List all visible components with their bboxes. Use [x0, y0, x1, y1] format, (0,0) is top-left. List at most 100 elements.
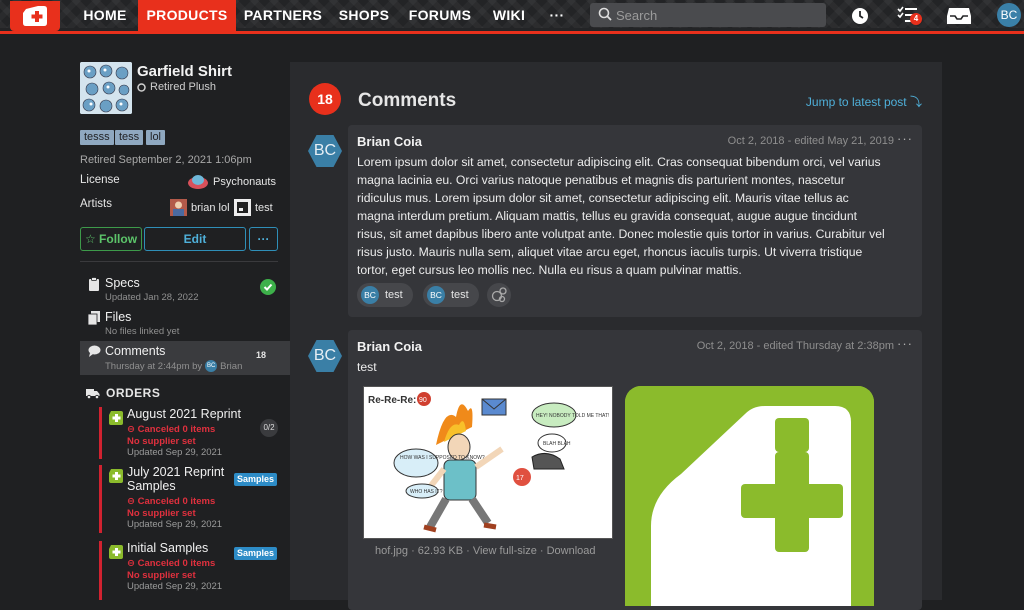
truck-icon	[86, 388, 100, 399]
artist-entry[interactable]: brian lol	[170, 199, 230, 216]
order-status: ⊖ Canceled 0 items	[127, 496, 216, 507]
jump-to-latest-link[interactable]: Jump to latest post ⤵	[806, 93, 922, 110]
search-icon	[598, 7, 612, 21]
nav-forums[interactable]: FORUMS	[404, 0, 476, 31]
comment-count-badge: 18	[309, 83, 341, 115]
comment-meta-user: Brian	[220, 360, 243, 372]
comment-meta: Thursday at 2:44pm by	[105, 360, 203, 372]
order-status-text: Canceled 0 items	[137, 424, 216, 435]
comment-card: Brian Coia Oct 2, 2018 - edited Thursday…	[348, 330, 922, 610]
sidebar-item-sub: Thursday at 2:44pm by BC Brian	[105, 360, 242, 372]
cartoon-bubble: HEY! NOBODY TOLD ME THAT!	[536, 413, 609, 419]
sidebar-item-label: Specs	[105, 276, 140, 290]
image-attachment[interactable]: Re-Re-Re: 90 HOW WAS I SUPPOSED TO KNOW?…	[363, 386, 613, 539]
comment-more-button[interactable]: ···	[897, 336, 913, 351]
retired-date: Retired September 2, 2021 1:06pm	[80, 154, 252, 166]
reaction-label: test	[385, 289, 403, 301]
nav-wiki[interactable]: WIKI	[486, 0, 532, 31]
order-status-text: Canceled 0 items	[137, 496, 216, 507]
order-count-pill: 0/2	[260, 419, 278, 437]
follow-button[interactable]: ☆ Follow	[80, 227, 142, 251]
comment-avatar[interactable]: BC	[308, 135, 342, 167]
nav-home[interactable]: HOME	[74, 0, 136, 31]
orders-header-text: ORDERS	[106, 386, 161, 400]
license-name: Psychonauts	[213, 176, 276, 188]
mini-avatar: BC	[361, 286, 379, 304]
cartoon-bubble: WHO HAS IT?	[410, 489, 443, 495]
sidebar-item-comments[interactable]: Comments Thursday at 2:44pm by BC Brian …	[80, 341, 290, 375]
license-value[interactable]: Psychonauts	[187, 174, 276, 190]
inbox-icon[interactable]	[946, 6, 972, 26]
jump-label: Jump to latest post	[805, 95, 907, 109]
add-reaction-button[interactable]	[487, 283, 511, 307]
divider	[80, 261, 278, 262]
tag[interactable]: lol	[146, 130, 166, 145]
order-supplier: No supplier set	[127, 436, 196, 447]
comment-avatar[interactable]: BC	[308, 340, 342, 372]
product-thumbnail-image	[80, 62, 132, 114]
status-circle-icon	[137, 82, 146, 92]
psychonauts-logo-icon	[188, 175, 208, 189]
order-date: Updated Sep 29, 2021	[127, 581, 223, 592]
sidebar-item-files[interactable]: Files No files linked yet	[80, 307, 290, 341]
artists-label: Artists	[80, 198, 112, 210]
reaction-chip[interactable]: BC test	[357, 283, 413, 307]
order-item[interactable]: Initial Samples Samples ⊖ Canceled 0 ite…	[99, 541, 279, 600]
order-logo-icon	[109, 469, 123, 483]
order-item[interactable]: August 2021 Reprint ⊖ Canceled 0 items N…	[99, 407, 279, 459]
tag[interactable]: tesss	[80, 130, 114, 145]
sidebar-item-label: Files	[105, 310, 132, 324]
cartoon-image: Re-Re-Re: 90 HOW WAS I SUPPOSED TO KNOW?…	[364, 387, 612, 538]
nav-products[interactable]: PRODUCTS	[138, 0, 236, 31]
user-avatar[interactable]: BC	[997, 3, 1021, 27]
order-date: Updated Sep 29, 2021	[127, 519, 223, 530]
cartoon-badge: 90	[419, 397, 427, 404]
edit-button[interactable]: Edit	[144, 227, 246, 251]
order-status: ⊖ Canceled 0 items	[127, 424, 216, 435]
page-title: Comments	[358, 90, 457, 111]
product-status: Retired Plush	[137, 81, 216, 93]
cartoon-bubble: HOW WAS I SUPPOSED TO KNOW?	[400, 455, 485, 461]
files-icon	[88, 311, 100, 325]
order-logo-icon	[109, 545, 123, 559]
app-logo[interactable]	[10, 1, 60, 31]
reaction-chip[interactable]: BC test	[423, 283, 479, 307]
order-supplier: No supplier set	[127, 508, 196, 519]
image-attachment[interactable]	[625, 386, 874, 606]
artist-avatar-icon	[170, 199, 187, 216]
mini-avatar: BC	[427, 286, 445, 304]
notification-badge: 4	[910, 13, 922, 25]
reaction-label: test	[451, 289, 469, 301]
more-options-button[interactable]: ···	[249, 227, 278, 251]
tag[interactable]: tess	[115, 130, 144, 145]
product-thumbnail[interactable]	[80, 62, 132, 114]
sidebar-item-specs[interactable]: Specs Updated Jan 28, 2022	[80, 273, 290, 307]
comment-author[interactable]: Brian Coia	[357, 134, 422, 149]
order-title: August 2021 Reprint	[127, 407, 241, 421]
license-label: License	[80, 174, 120, 186]
comment-author[interactable]: Brian Coia	[357, 339, 422, 354]
search-box[interactable]	[590, 3, 826, 27]
attachment-caption[interactable]: hof.jpg · 62.93 KB · View full-size · Do…	[375, 545, 596, 557]
comment-card: Brian Coia Oct 2, 2018 - edited May 21, …	[348, 125, 922, 317]
search-input[interactable]	[616, 5, 816, 25]
order-status: ⊖ Canceled 0 items	[127, 558, 216, 569]
check-circle-icon	[260, 279, 276, 295]
order-item[interactable]: July 2021 Reprint Samples Samples ⊖ Canc…	[99, 465, 279, 533]
brand-logo-image	[625, 386, 874, 606]
nav-more[interactable]: ···	[542, 0, 572, 31]
add-reaction-icon	[491, 287, 507, 303]
comment-more-button[interactable]: ···	[897, 131, 913, 146]
order-date: Updated Sep 29, 2021	[127, 447, 223, 458]
nav-shops[interactable]: SHOPS	[334, 0, 394, 31]
artist-entry[interactable]: test	[234, 199, 273, 216]
comment-body: Lorem ipsum dolor sit amet, consectetur …	[357, 155, 885, 277]
cartoon-bubble: BLAH BLAH	[543, 441, 571, 447]
sidebar-item-sub: No files linked yet	[105, 326, 180, 337]
clock-icon[interactable]	[851, 7, 869, 25]
comments-panel: 18 Comments Jump to latest post ⤵ BC Bri…	[290, 62, 942, 610]
order-status-text: Canceled 0 items	[137, 558, 216, 569]
nav-partners[interactable]: PARTNERS	[240, 0, 326, 31]
order-title: July 2021 Reprint Samples	[127, 465, 225, 493]
sidebar-item-label: Comments	[105, 344, 166, 358]
